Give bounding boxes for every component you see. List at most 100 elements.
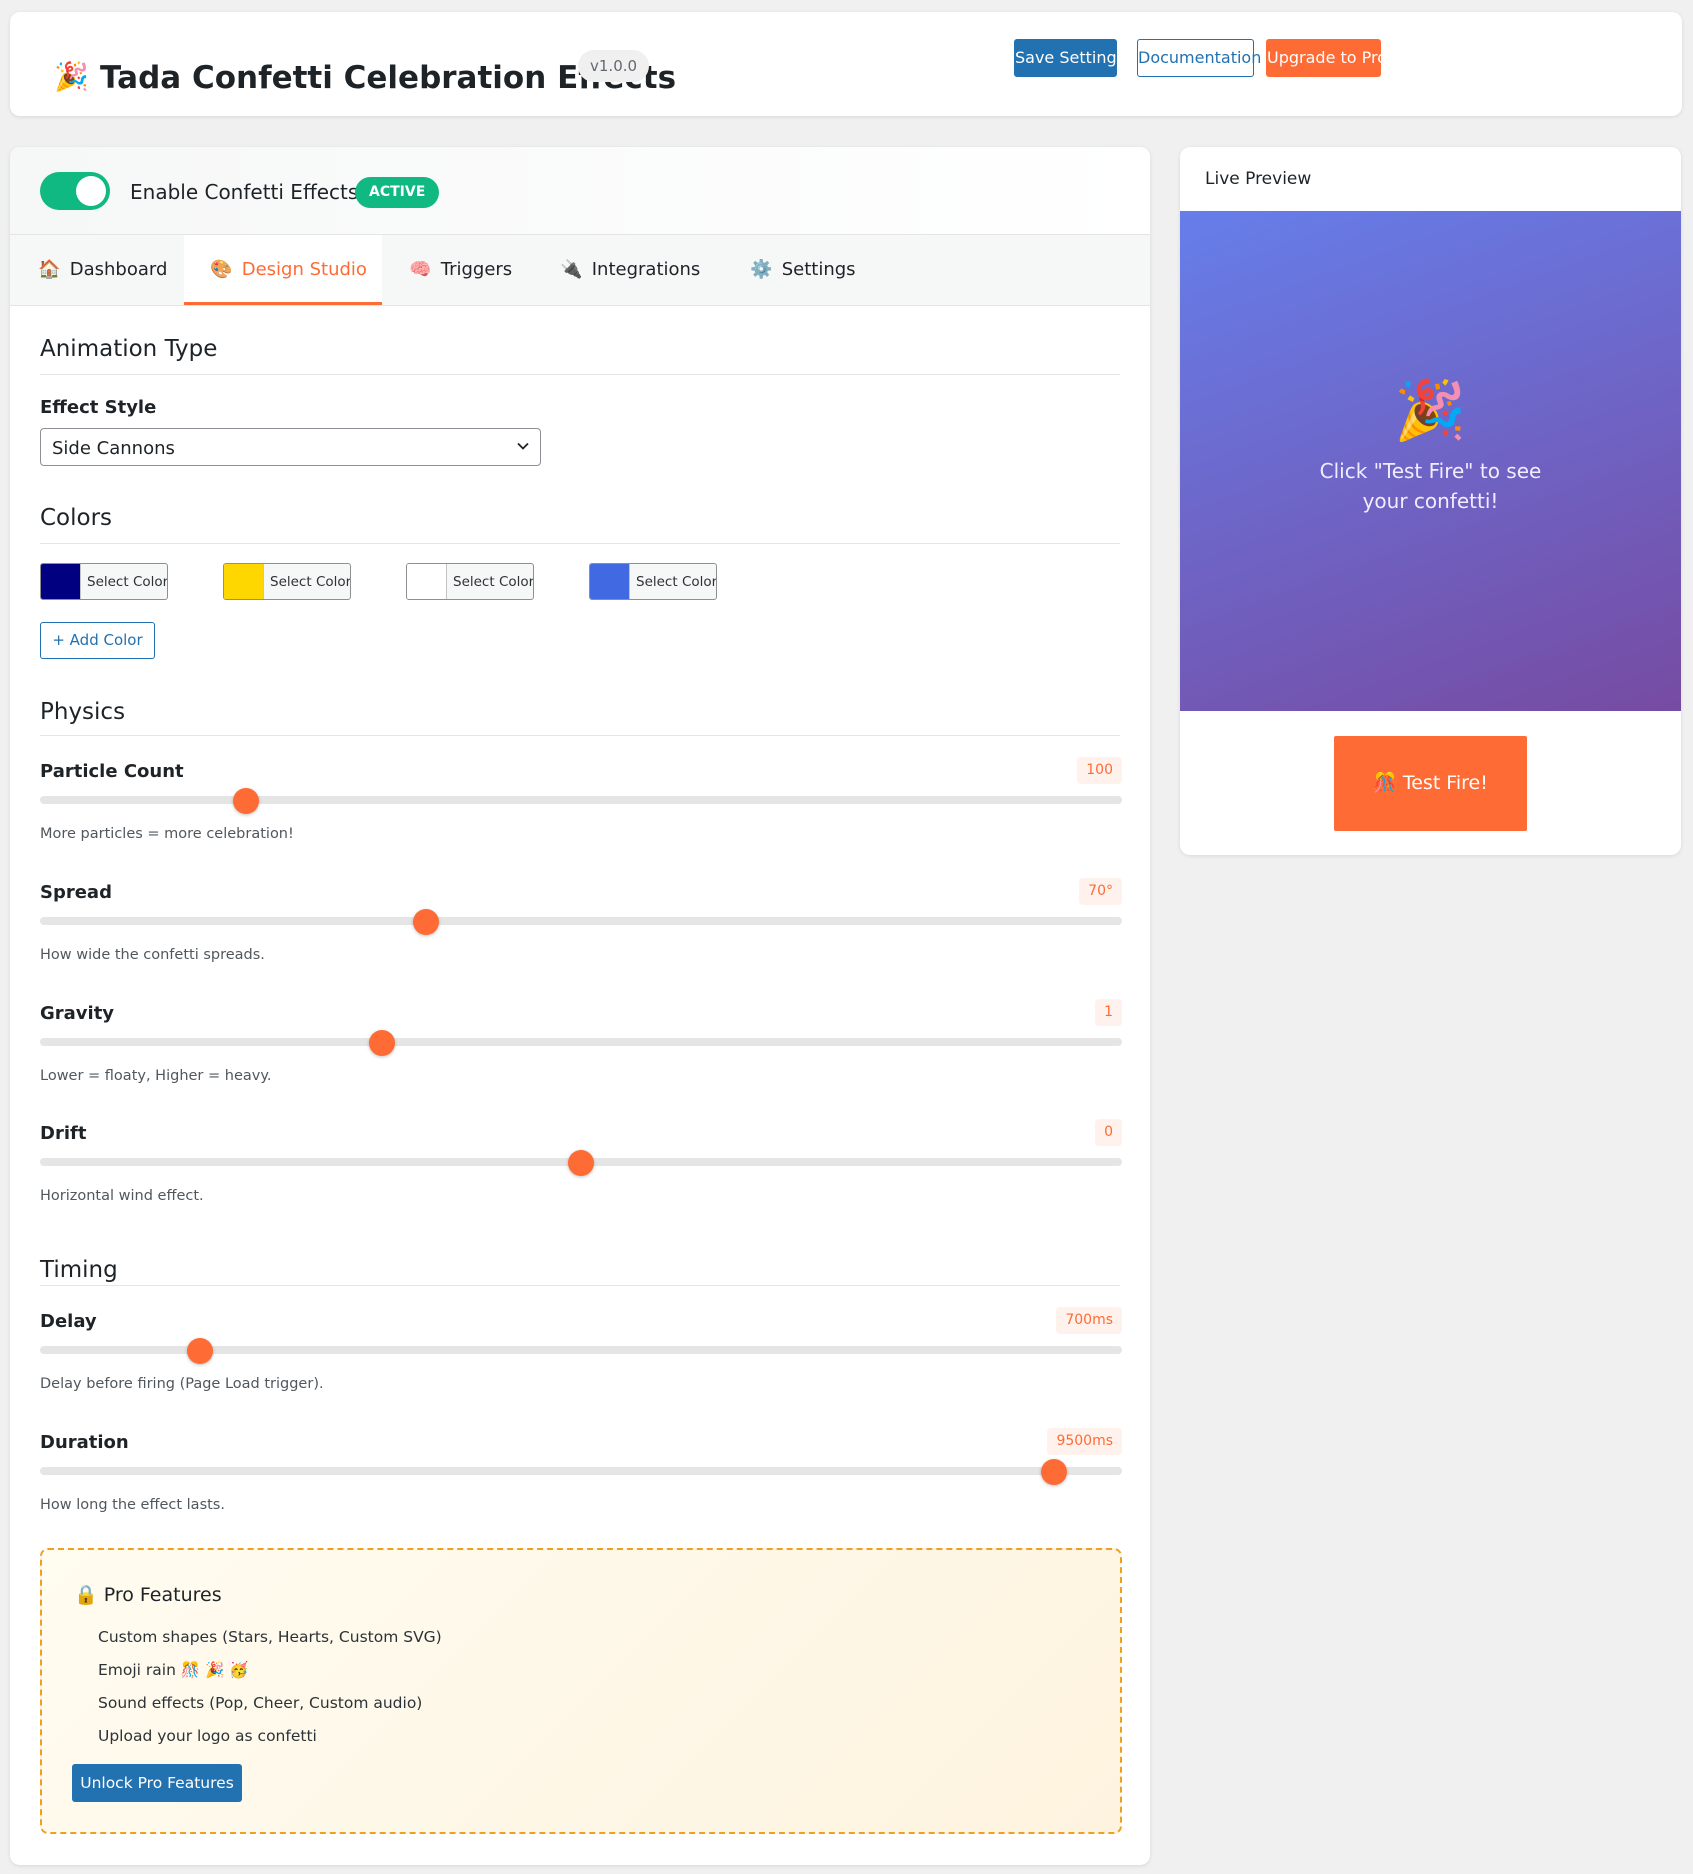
section-divider [40, 1285, 1120, 1286]
tab-dashboard[interactable]: 🏠 Dashboard [10, 235, 184, 305]
enable-toggle[interactable] [40, 172, 110, 210]
status-badge: ACTIVE [355, 177, 440, 208]
gravity-slider-row: Gravity 1 Lower = floaty, Higher = heavy… [40, 999, 1122, 1103]
enable-bar: Enable Confetti Effects ACTIVE [10, 147, 1150, 235]
slider-value-badge: 700ms [1056, 1307, 1122, 1334]
duration-slider[interactable] [40, 1467, 1122, 1475]
particle-count-slider[interactable] [40, 796, 1122, 804]
tab-label: Dashboard [69, 259, 168, 280]
particle-count-slider-row: Particle Count 100 More particles = more… [40, 757, 1122, 861]
delay-slider-row: Delay 700ms Delay before firing (Page Lo… [40, 1307, 1122, 1411]
lock-icon: 🔒 [74, 1584, 98, 1606]
color-chip [224, 564, 264, 599]
duration-slider-row: Duration 9500ms How long the effect last… [40, 1428, 1122, 1532]
preview-message: Click "Test Fire" to see your confetti! [1319, 459, 1542, 513]
tab-label: Settings [781, 259, 856, 280]
spread-slider-row: Spread 70° How wide the confetti spreads… [40, 878, 1122, 982]
pro-title-text: Pro Features [103, 1584, 222, 1606]
section-divider [40, 374, 1120, 375]
tab-settings[interactable]: ⚙️ Settings [722, 235, 872, 305]
slider-label: Delay [40, 1311, 97, 1332]
test-fire-button[interactable]: 🎊 Test Fire! [1334, 736, 1527, 831]
plug-icon: 🔌 [560, 259, 583, 280]
live-preview-panel: Live Preview 🎉 Click "Test Fire" to see … [1180, 147, 1681, 855]
slider-hint: How wide the confetti spreads. [40, 947, 265, 963]
gravity-slider[interactable] [40, 1038, 1122, 1046]
upgrade-to-pro-button[interactable]: Upgrade to Pro [1266, 39, 1387, 77]
live-preview-title: Live Preview [1205, 169, 1312, 189]
enable-label: Enable Confetti Effects [130, 180, 359, 204]
slider-hint: Delay before firing (Page Load trigger). [40, 1376, 324, 1392]
slider-value-badge: 100 [1077, 757, 1122, 784]
slider-thumb[interactable] [413, 909, 440, 935]
slider-thumb[interactable] [232, 788, 259, 814]
slider-label: Drift [40, 1123, 87, 1144]
tab-label: Design Studio [241, 259, 367, 280]
slider-label: Gravity [40, 1003, 115, 1024]
pro-features-title: 🔒 Pro Features [74, 1583, 222, 1606]
section-title-animation: Animation Type [40, 336, 218, 362]
preview-stage: 🎉 Click "Test Fire" to see your confetti… [1180, 211, 1681, 711]
slider-label: Duration [40, 1432, 129, 1453]
add-color-button[interactable]: + Add Color [40, 622, 155, 659]
slider-value-badge: 0 [1095, 1119, 1122, 1146]
party-popper-icon: 🎉 [1394, 376, 1467, 444]
slider-value-badge: 1 [1095, 999, 1122, 1026]
chevron-down-icon [517, 442, 529, 450]
palette-icon: 🎨 [210, 259, 233, 280]
unlock-pro-button[interactable]: Unlock Pro Features [72, 1764, 242, 1802]
pro-feature-item: Sound effects (Pop, Cheer, Custom audio) [98, 1694, 423, 1712]
tab-label: Triggers [440, 259, 513, 280]
select-color-label: Select Color [270, 574, 351, 590]
color-swatch-4[interactable]: Select Color [589, 563, 717, 600]
effect-style-label: Effect Style [40, 397, 157, 418]
spread-slider[interactable] [40, 917, 1122, 925]
slider-thumb[interactable] [187, 1338, 214, 1364]
color-swatch-2[interactable]: Select Color [223, 563, 351, 600]
section-divider [40, 735, 1120, 736]
select-color-label: Select Color [636, 574, 717, 590]
section-title-timing: Timing [40, 1257, 118, 1283]
save-settings-button[interactable]: Save Settings [1014, 39, 1125, 77]
plugin-header: 🎉 Tada Confetti Celebration Effects v1.0… [10, 12, 1682, 116]
documentation-button[interactable]: Documentation [1137, 39, 1261, 77]
pro-feature-item: Emoji rain 🎊 🎉 🥳 [98, 1661, 249, 1679]
house-icon: 🏠 [38, 259, 61, 280]
slider-value-badge: 9500ms [1047, 1428, 1122, 1455]
tab-design-studio[interactable]: 🎨 Design Studio [184, 235, 382, 305]
slider-label: Spread [40, 882, 112, 903]
slider-thumb[interactable] [368, 1030, 395, 1056]
slider-thumb[interactable] [1040, 1459, 1067, 1485]
section-title-colors: Colors [40, 505, 113, 531]
section-title-physics: Physics [40, 699, 126, 725]
brain-icon: 🧠 [409, 259, 432, 280]
slider-value-badge: 70° [1079, 878, 1122, 905]
slider-thumb[interactable] [568, 1150, 594, 1176]
toggle-knob [76, 176, 106, 206]
drift-slider-row: Drift 0 Horizontal wind effect. [40, 1119, 1122, 1223]
gear-icon: ⚙️ [750, 259, 773, 280]
color-chip [41, 564, 81, 599]
effect-style-select[interactable]: Side Cannons [40, 428, 541, 466]
color-chip [407, 564, 447, 599]
pro-feature-item: Upload your logo as confetti [98, 1727, 317, 1745]
select-color-label: Select Color [453, 574, 534, 590]
tab-triggers[interactable]: 🧠 Triggers [382, 235, 532, 305]
tab-label: Integrations [591, 259, 701, 280]
slider-hint: More particles = more celebration! [40, 826, 294, 842]
settings-panel: Enable Confetti Effects ACTIVE 🏠 Dashboa… [10, 147, 1150, 1865]
color-swatch-3[interactable]: Select Color [406, 563, 534, 600]
slider-label: Particle Count [40, 761, 184, 782]
section-divider [40, 543, 1120, 544]
party-popper-icon: 🎉 [54, 60, 89, 93]
tab-bar: 🏠 Dashboard 🎨 Design Studio 🧠 Triggers 🔌… [10, 235, 1150, 306]
color-swatch-1[interactable]: Select Color [40, 563, 168, 600]
pro-feature-item: Custom shapes (Stars, Hearts, Custom SVG… [98, 1628, 442, 1646]
color-chip [590, 564, 630, 599]
slider-hint: How long the effect lasts. [40, 1497, 225, 1513]
slider-hint: Lower = floaty, Higher = heavy. [40, 1068, 272, 1084]
tab-integrations[interactable]: 🔌 Integrations [532, 235, 722, 305]
version-badge: v1.0.0 [578, 50, 650, 82]
pro-features-box: 🔒 Pro Features Custom shapes (Stars, Hea… [40, 1548, 1122, 1834]
effect-style-value: Side Cannons [52, 438, 175, 459]
